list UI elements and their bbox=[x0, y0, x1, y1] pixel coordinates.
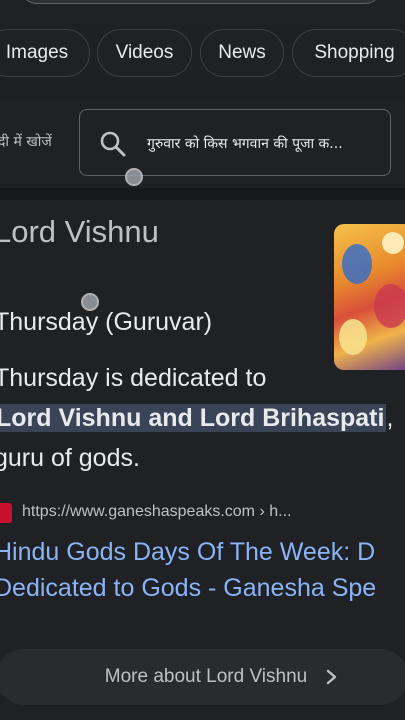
answer-highlight: Lord Vishnu and Lord Brihaspati bbox=[0, 404, 387, 432]
result-link[interactable]: Hindu Gods Days Of The Week: D Dedicated… bbox=[0, 534, 405, 606]
source-row[interactable]: https://www.ganeshaspeaks.com › h... bbox=[0, 501, 405, 525]
answer-body: Thursday is dedicated to Lord Vishnu and… bbox=[0, 358, 404, 478]
search-bar[interactable] bbox=[20, 0, 382, 4]
more-about-label: More about Lord Vishnu bbox=[104, 666, 308, 687]
answer-short: Thursday (Guruvar) bbox=[0, 308, 213, 336]
translated-query-text: गुरुवार को किस भगवान की पूजा क... bbox=[147, 136, 343, 152]
section-divider bbox=[0, 188, 405, 200]
answer-punctuation: , bbox=[386, 404, 394, 432]
chip-label: News bbox=[218, 42, 266, 63]
touch-indicator bbox=[125, 168, 143, 186]
chip-label: Videos bbox=[115, 42, 174, 63]
chip-shopping[interactable]: Shopping bbox=[292, 29, 405, 77]
filter-chips: Images Videos News Shopping bbox=[0, 29, 405, 79]
chip-label: Images bbox=[5, 42, 69, 63]
chevron-right-icon bbox=[327, 669, 337, 685]
chip-news[interactable]: News bbox=[200, 29, 284, 77]
chip-label: Shopping bbox=[314, 42, 395, 63]
answer-line: Lord Vishnu and Lord Brihaspati, bbox=[0, 398, 404, 438]
top-strip bbox=[0, 0, 405, 22]
answer-line: Thursday is dedicated to bbox=[0, 364, 267, 392]
featured-snippet-card: Lord Vishnu Thursday (Guruvar) Thursday … bbox=[0, 200, 405, 720]
chip-videos[interactable]: Videos bbox=[97, 29, 192, 77]
result-link-line[interactable]: Dedicated to Gods - Ganesha Spe bbox=[0, 570, 405, 606]
entity-title[interactable]: Lord Vishnu bbox=[0, 214, 159, 250]
answer-line: guru of gods. bbox=[0, 444, 140, 472]
translated-query-box[interactable]: गुरुवार को किस भगवान की पूजा क... bbox=[79, 109, 391, 176]
result-link-line[interactable]: Hindu Gods Days Of The Week: D bbox=[0, 534, 405, 570]
chip-images[interactable]: Images bbox=[0, 29, 90, 77]
source-url[interactable]: https://www.ganeshaspeaks.com › h... bbox=[22, 503, 291, 521]
hindi-search-label: दी में खोजें bbox=[0, 134, 52, 150]
site-favicon-icon bbox=[0, 503, 12, 523]
touch-indicator bbox=[81, 293, 99, 311]
deity-painting-image[interactable] bbox=[334, 224, 405, 370]
more-about-button[interactable]: More about Lord Vishnu bbox=[0, 649, 405, 705]
translated-search-row: दी में खोजें गुरुवार को किस भगवान की पूज… bbox=[0, 100, 405, 188]
search-icon bbox=[100, 131, 126, 157]
